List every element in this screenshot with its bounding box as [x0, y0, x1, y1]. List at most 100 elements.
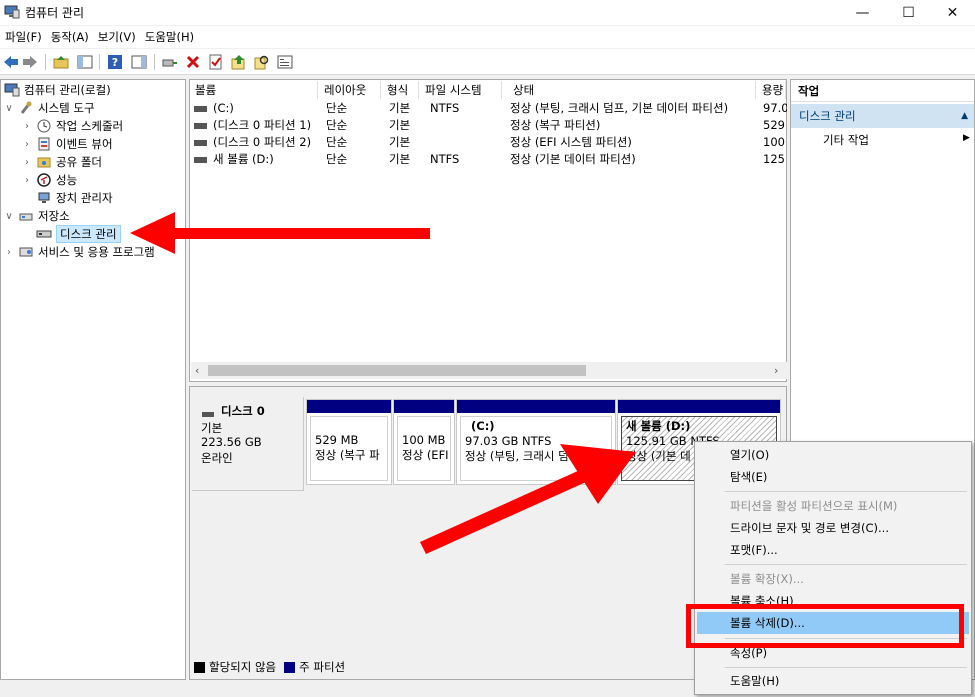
table-row[interactable]: (디스크 0 파티션 2) 단순 기본 정상 (EFI 시스템 파티션) 100	[190, 134, 786, 151]
export-icon[interactable]	[230, 53, 248, 71]
clock-icon	[36, 119, 52, 133]
chevron-right-icon[interactable]: ›	[22, 121, 32, 132]
show-hide-tree-icon[interactable]	[76, 53, 94, 71]
chevron-right-icon[interactable]: ›	[4, 247, 14, 258]
menu-view[interactable]: 보기(V)	[98, 29, 145, 45]
partition-status: 정상 (EFI	[402, 448, 449, 462]
minimize-button[interactable]: —	[840, 0, 885, 25]
partition-body: 529 MB 정상 (복구 파	[310, 416, 388, 481]
partition-size: 100 MB	[402, 433, 446, 447]
delete-icon[interactable]	[184, 53, 202, 71]
collapse-up-icon[interactable]: ▲	[961, 104, 968, 128]
cell-fs: NTFS	[430, 152, 460, 166]
tree-item-event-viewer[interactable]: › 이벤트 뷰어	[22, 135, 113, 153]
toolbar-separator	[99, 54, 100, 70]
up-folder-icon[interactable]	[52, 53, 70, 71]
volume-drive-icon	[194, 122, 207, 129]
tree-item-label: 성능	[56, 173, 78, 187]
back-arrow-icon[interactable]	[2, 53, 20, 71]
column-header-capacity[interactable]: 용량	[757, 81, 786, 99]
tree-item-disk-management[interactable]: 디스크 관리	[36, 225, 121, 243]
cell-fs	[430, 117, 500, 134]
volume-drive-icon	[194, 139, 207, 146]
partition-title: (C:)	[471, 419, 495, 433]
chevron-right-icon[interactable]: ›	[22, 157, 32, 168]
disk-size: 223.56 GB	[201, 435, 262, 449]
column-header-filesystem[interactable]: 파일 시스템	[420, 81, 502, 99]
tree-item-label: 이벤트 뷰어	[56, 137, 113, 151]
properties-icon[interactable]	[207, 53, 225, 71]
partition-status: 정상 (복구 파	[315, 448, 380, 462]
menu-action[interactable]: 동작(A)	[51, 29, 98, 45]
toolbar: ?	[0, 49, 975, 75]
menu-item-change-drive-letter[interactable]: 드라이브 문자 및 경로 변경(C)...	[697, 517, 969, 539]
chevron-right-icon[interactable]: ›	[22, 139, 32, 150]
disk-info[interactable]: 디스크 0 기본 223.56 GB 온라인	[192, 397, 304, 491]
tools-icon	[18, 101, 34, 115]
help-icon[interactable]: ?	[106, 53, 124, 71]
cell-status: 정상 (EFI 시스템 파티션)	[510, 135, 632, 149]
show-hide-action-icon[interactable]	[130, 53, 148, 71]
legend: 할당되지 않음 주 파티션	[194, 659, 345, 675]
horizontal-scrollbar[interactable]: ‹ ›	[191, 362, 787, 379]
tree-item-storage[interactable]: ∨ 저장소	[4, 207, 69, 225]
cell-status: 정상 (부팅, 크래시 덤프, 기본 데이터 파티션)	[510, 101, 729, 115]
menu-item-open[interactable]: 열기(O)	[697, 444, 969, 466]
tree-item-performance[interactable]: › 성능	[22, 171, 77, 189]
partition-recovery[interactable]: 529 MB 정상 (복구 파	[306, 399, 392, 485]
cell-volume: (디스크 0 파티션 1)	[194, 117, 318, 134]
tree-item-shared-folders[interactable]: › 공유 폴더	[22, 153, 102, 171]
cell-volume-text: (디스크 0 파티션 1)	[213, 118, 312, 132]
cell-volume-text: (C:)	[213, 101, 234, 115]
svg-text:?: ?	[112, 56, 118, 69]
cell-volume-text: (디스크 0 파티션 2)	[213, 135, 312, 149]
menu-item-help[interactable]: 도움말(H)	[697, 670, 969, 692]
tree-item-services[interactable]: › 서비스 및 응용 프로그램	[4, 243, 155, 261]
cell-fs: NTFS	[430, 101, 460, 115]
partition-efi[interactable]: 100 MB 정상 (EFI	[393, 399, 455, 485]
chevron-down-icon[interactable]: ∨	[4, 211, 14, 222]
view-icon[interactable]	[276, 53, 294, 71]
table-row[interactable]: 새 볼륨 (D:) 단순 기본 NTFS 정상 (기본 데이터 파티션) 125	[190, 151, 786, 168]
chevron-right-icon[interactable]: ›	[22, 175, 32, 186]
tree-item-task-scheduler[interactable]: › 작업 스케줄러	[22, 117, 123, 135]
cell-capacity: 97.0	[763, 101, 787, 115]
submenu-arrow-icon[interactable]: ▶	[963, 133, 970, 143]
column-header-volume[interactable]: 볼륨	[190, 81, 318, 99]
menu-item-format[interactable]: 포맷(F)...	[697, 539, 969, 561]
column-header-status[interactable]: 상태	[503, 81, 756, 99]
menu-help[interactable]: 도움말(H)	[145, 29, 203, 45]
tree-item-label: 시스템 도구	[38, 101, 95, 115]
chevron-down-icon[interactable]: ∨	[4, 103, 14, 114]
forward-arrow-icon[interactable]	[21, 53, 39, 71]
window-title: 컴퓨터 관리	[25, 6, 85, 20]
column-header-layout[interactable]: 레이아웃	[319, 81, 381, 99]
scroll-right-icon[interactable]: ›	[774, 364, 778, 377]
actions-section-disk-management[interactable]: 디스크 관리 ▲	[791, 104, 974, 128]
menu-item-explore[interactable]: 탐색(E)	[697, 466, 969, 488]
actions-header: 작업	[791, 80, 974, 102]
computer-management-icon	[4, 5, 20, 19]
column-header-type[interactable]: 형식	[382, 81, 419, 99]
maximize-button[interactable]: ☐	[886, 0, 931, 25]
actions-other-label: 기타 작업	[823, 133, 869, 147]
tree-root[interactable]: 컴퓨터 관리(로컬)	[4, 81, 111, 99]
scroll-left-icon[interactable]: ‹	[195, 364, 199, 377]
title-bar: 컴퓨터 관리 — ☐ ✕	[0, 0, 975, 25]
partition-status: 정상 (부팅, 크래시 덤	[465, 449, 569, 463]
partition-title: 새 볼륨 (D:)	[626, 419, 691, 433]
tree-item-device-manager[interactable]: 장치 관리자	[36, 189, 113, 207]
close-button[interactable]: ✕	[930, 0, 975, 25]
actions-other[interactable]: 기타 작업	[823, 131, 869, 149]
performance-icon	[36, 173, 52, 187]
menu-file[interactable]: 파일(F)	[5, 29, 51, 45]
connect-icon[interactable]	[161, 53, 179, 71]
find-icon[interactable]	[253, 53, 271, 71]
tree-item-system-tools[interactable]: ∨ 시스템 도구	[4, 99, 95, 117]
table-row[interactable]: (디스크 0 파티션 1) 단순 기본 정상 (복구 파티션) 529	[190, 117, 786, 134]
disk-type: 기본	[201, 421, 223, 435]
table-row[interactable]: (C:) 단순 기본 NTFS 정상 (부팅, 크래시 덤프, 기본 데이터 파티션) 9…	[190, 100, 787, 117]
partition-c[interactable]: (C:) 97.03 GB NTFS 정상 (부팅, 크래시 덤	[456, 399, 616, 485]
cell-capacity: 125	[763, 152, 785, 166]
scrollbar-thumb[interactable]	[208, 365, 586, 376]
